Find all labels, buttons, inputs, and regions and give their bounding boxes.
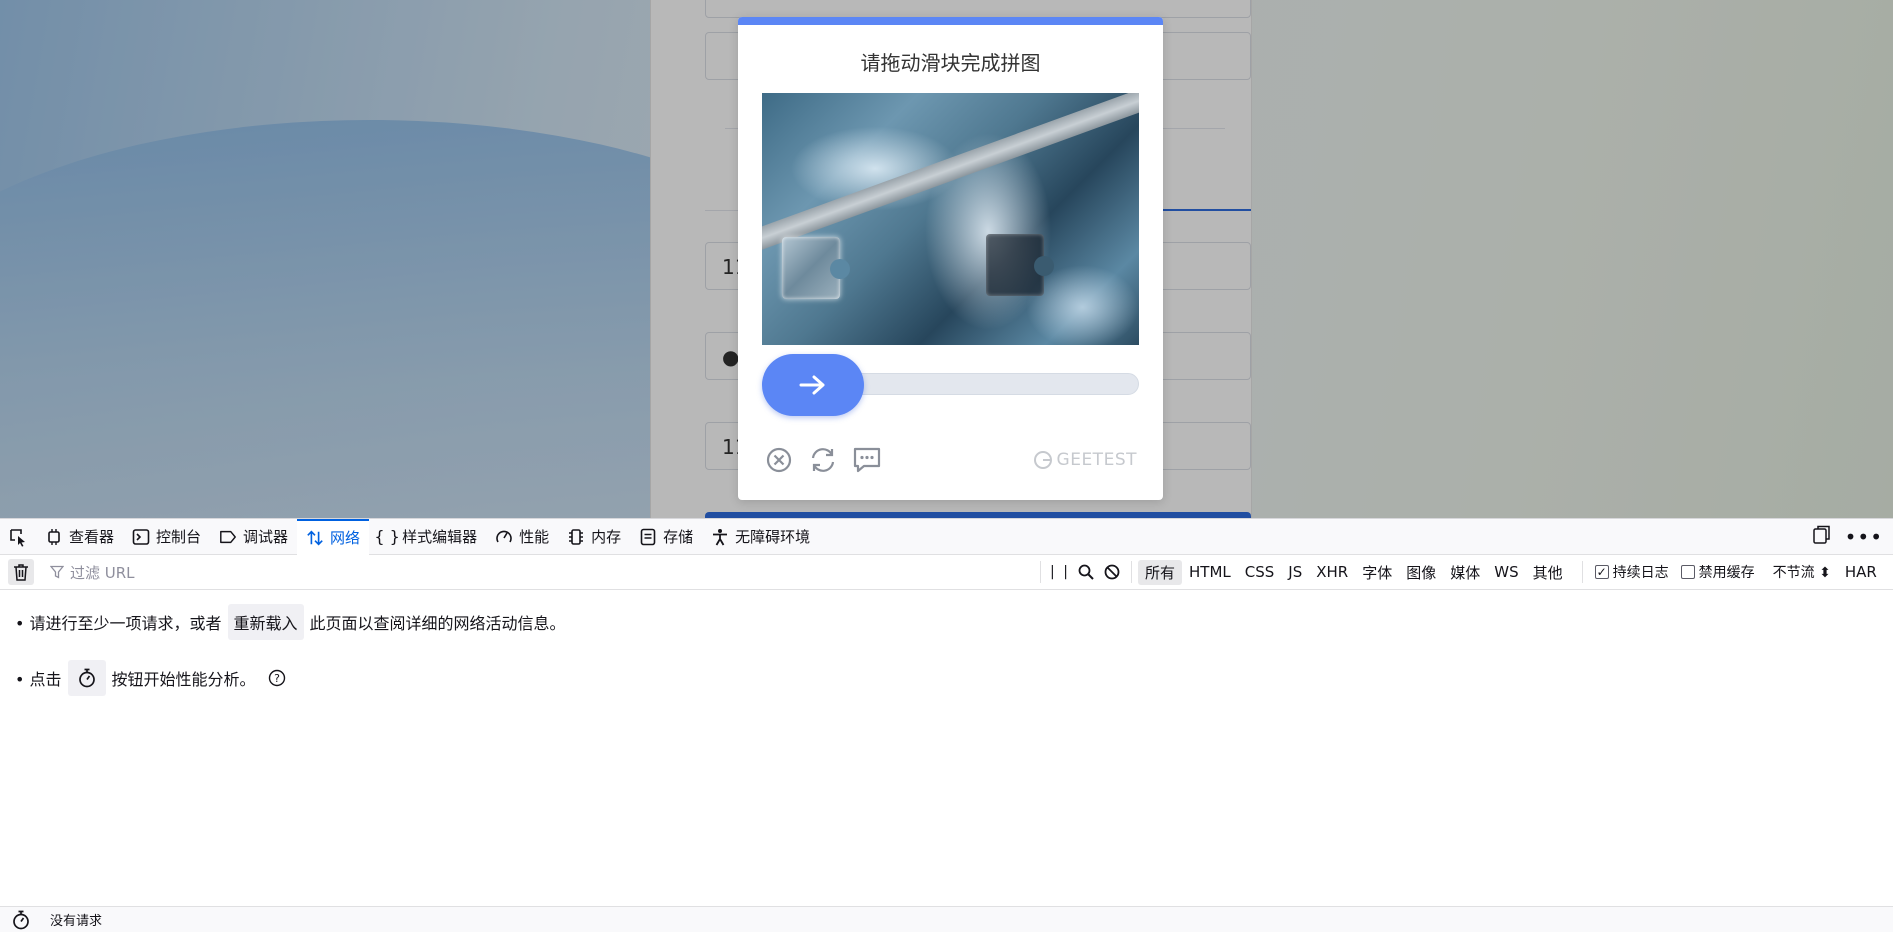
search-icon[interactable] — [1073, 559, 1099, 585]
filter-url-input[interactable]: 过滤 URL — [50, 560, 1030, 584]
pause-icon[interactable]: | | — [1047, 559, 1073, 585]
filter-url-placeholder: 过滤 URL — [70, 563, 135, 582]
tab-inspector[interactable]: 查看器 — [36, 519, 123, 555]
accessibility-icon — [711, 528, 729, 546]
checkbox-unchecked-icon — [1680, 565, 1695, 579]
devtools-panel: 查看器 控制台 调试器 网络 { } 样式编辑器 性能 内存 存储 无障碍环境 … — [0, 518, 1893, 932]
tab-style-editor[interactable]: { } 样式编辑器 — [369, 519, 486, 555]
picker-icon — [10, 528, 25, 547]
disable-cache-label: 禁用缓存 — [1698, 565, 1755, 581]
slider-handle[interactable] — [762, 354, 864, 416]
geetest-brand-text: GEETEST — [1056, 450, 1137, 470]
block-icon[interactable] — [1099, 559, 1125, 585]
tab-accessibility[interactable]: 无障碍环境 — [702, 519, 819, 555]
filter-fonts[interactable]: 字体 — [1355, 560, 1399, 585]
network-icon — [306, 529, 324, 547]
tab-network[interactable]: 网络 — [297, 518, 370, 555]
tab-label: 样式编辑器 — [402, 528, 478, 546]
disable-cache-checkbox[interactable]: 禁用缓存 — [1680, 562, 1755, 582]
tab-console[interactable]: 控制台 — [123, 519, 210, 555]
hint-performance-pre: • 点击 — [15, 670, 62, 689]
checkbox-checked-icon: ✓ — [1594, 565, 1609, 579]
start-performance-button[interactable] — [67, 660, 106, 696]
puzzle-piece — [782, 237, 850, 299]
filter-media[interactable]: 媒体 — [1443, 560, 1487, 585]
hint-performance-post: 按钮开始性能分析。 — [111, 670, 256, 689]
filter-ws[interactable]: WS — [1487, 561, 1525, 583]
stopwatch-icon[interactable] — [12, 910, 30, 930]
more-options-icon[interactable]: ••• — [1845, 525, 1883, 549]
request-status-text: 没有请求 — [50, 914, 103, 929]
network-empty-state: • 请进行至少一项请求，或者 重新载入 此页面以查阅详细的网络活动信息。 • 点… — [0, 590, 1893, 900]
tab-performance[interactable]: 性能 — [486, 519, 558, 555]
persist-logs-checkbox[interactable]: ✓ 持续日志 — [1594, 562, 1669, 582]
close-circle-icon[interactable] — [764, 445, 794, 475]
hint-reload: • 请进行至少一项请求，或者 重新载入 此页面以查阅详细的网络活动信息。 — [15, 604, 566, 640]
image-road — [762, 93, 1139, 260]
tab-label: 内存 — [591, 528, 622, 546]
network-status-bar: 没有请求 — [0, 906, 1893, 932]
dock-side-icon[interactable] — [1811, 525, 1831, 549]
puzzle-slot — [986, 234, 1054, 296]
tab-label: 无障碍环境 — [735, 528, 811, 546]
filter-js[interactable]: JS — [1281, 561, 1309, 583]
filter-all[interactable]: 所有 — [1138, 559, 1183, 585]
captcha-puzzle-image — [762, 93, 1139, 345]
filter-xhr[interactable]: XHR — [1309, 561, 1355, 583]
throttling-select[interactable]: 不节流 ⬍ — [1773, 562, 1831, 582]
console-icon — [132, 528, 150, 546]
captcha-title: 请拖动滑块完成拼图 — [860, 51, 1041, 75]
tab-label: 网络 — [330, 529, 361, 547]
storage-icon — [639, 528, 657, 546]
reload-button[interactable]: 重新载入 — [227, 604, 304, 640]
stopwatch-icon — [78, 668, 95, 688]
svg-text:?: ? — [274, 672, 280, 685]
tab-label: 查看器 — [69, 528, 115, 546]
arrow-right-icon — [799, 375, 825, 395]
geetest-logo: GEETEST — [1033, 450, 1137, 470]
network-toolbar: 过滤 URL | | 所有 HTML CSS JS XHR 字体 图像 媒体 W… — [0, 555, 1893, 590]
tab-label: 控制台 — [156, 528, 202, 546]
element-picker-button[interactable] — [0, 519, 36, 555]
geetest-logo-icon — [1033, 451, 1052, 469]
tab-label: 调试器 — [243, 528, 289, 546]
devtools-tab-bar: 查看器 控制台 调试器 网络 { } 样式编辑器 性能 内存 存储 无障碍环境 … — [0, 518, 1893, 555]
tab-label: 存储 — [663, 528, 694, 546]
tab-label: 性能 — [519, 528, 550, 546]
filter-css[interactable]: CSS — [1238, 561, 1282, 583]
hint-reload-pre: • 请进行至少一项请求，或者 — [15, 614, 222, 633]
trash-icon — [14, 564, 28, 581]
help-icon[interactable]: ? — [268, 669, 286, 687]
tab-debugger[interactable]: 调试器 — [210, 519, 297, 555]
clear-log-button[interactable] — [8, 559, 34, 585]
debugger-icon — [219, 528, 237, 546]
persist-logs-label: 持续日志 — [1612, 565, 1669, 581]
refresh-icon[interactable] — [808, 445, 838, 475]
hint-reload-post: 此页面以查阅详细的网络活动信息。 — [309, 614, 566, 633]
tab-storage[interactable]: 存储 — [630, 519, 702, 555]
tab-memory[interactable]: 内存 — [558, 519, 630, 555]
performance-icon — [495, 528, 513, 546]
captcha-top-bar — [738, 17, 1163, 25]
har-menu[interactable]: HAR — [1845, 563, 1877, 581]
filter-icon — [50, 565, 64, 579]
memory-icon — [567, 528, 585, 546]
filter-html[interactable]: HTML — [1182, 561, 1238, 583]
web-page-area: 11 ●● 11 请拖动滑块完成拼图 — [0, 0, 1893, 518]
inspector-icon — [45, 528, 63, 546]
captcha-dialog: 请拖动滑块完成拼图 GEETEST — [738, 17, 1163, 500]
style-editor-icon: { } — [374, 527, 400, 546]
filter-other[interactable]: 其他 — [1526, 560, 1570, 585]
feedback-icon[interactable] — [852, 445, 882, 475]
filter-images[interactable]: 图像 — [1399, 560, 1443, 585]
hint-performance: • 点击 按钮开始性能分析。 ? — [15, 660, 286, 696]
